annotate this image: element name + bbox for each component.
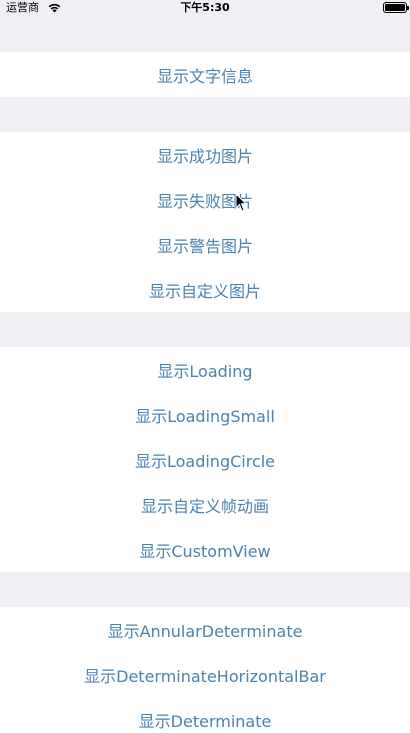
battery-fill bbox=[385, 4, 405, 11]
app-screen: 运营商 下午5:30 显示文字信息 显示成功图片 显示失败图片 显示警告图片 显… bbox=[0, 0, 410, 733]
row-show-warning-image[interactable]: 显示警告图片 bbox=[0, 222, 410, 267]
section-images: 显示成功图片 显示失败图片 显示警告图片 显示自定义图片 bbox=[0, 132, 410, 312]
row-show-loading[interactable]: 显示Loading bbox=[0, 347, 410, 392]
section-text: 显示文字信息 bbox=[0, 52, 410, 97]
status-bar: 运营商 下午5:30 bbox=[0, 0, 410, 16]
row-show-custom-view[interactable]: 显示CustomView bbox=[0, 527, 410, 572]
section-loading: 显示Loading 显示LoadingSmall 显示LoadingCircle… bbox=[0, 347, 410, 572]
row-show-determinate-horizontal-bar[interactable]: 显示DeterminateHorizontalBar bbox=[0, 652, 410, 697]
row-show-success-image[interactable]: 显示成功图片 bbox=[0, 132, 410, 177]
row-show-determinate[interactable]: 显示Determinate bbox=[0, 697, 410, 733]
row-show-failure-image[interactable]: 显示失败图片 bbox=[0, 177, 410, 222]
row-show-loading-circle[interactable]: 显示LoadingCircle bbox=[0, 437, 410, 482]
status-time: 下午5:30 bbox=[180, 1, 230, 14]
row-show-custom-frame-animation[interactable]: 显示自定义帧动画 bbox=[0, 482, 410, 527]
battery-icon bbox=[383, 2, 409, 13]
row-show-custom-image[interactable]: 显示自定义图片 bbox=[0, 267, 410, 312]
mouse-pointer-icon bbox=[235, 193, 247, 212]
row-show-loading-small[interactable]: 显示LoadingSmall bbox=[0, 392, 410, 437]
row-show-text[interactable]: 显示文字信息 bbox=[0, 52, 410, 97]
section-progress: 显示AnnularDeterminate 显示DeterminateHorizo… bbox=[0, 607, 410, 733]
row-show-annular-determinate[interactable]: 显示AnnularDeterminate bbox=[0, 607, 410, 652]
